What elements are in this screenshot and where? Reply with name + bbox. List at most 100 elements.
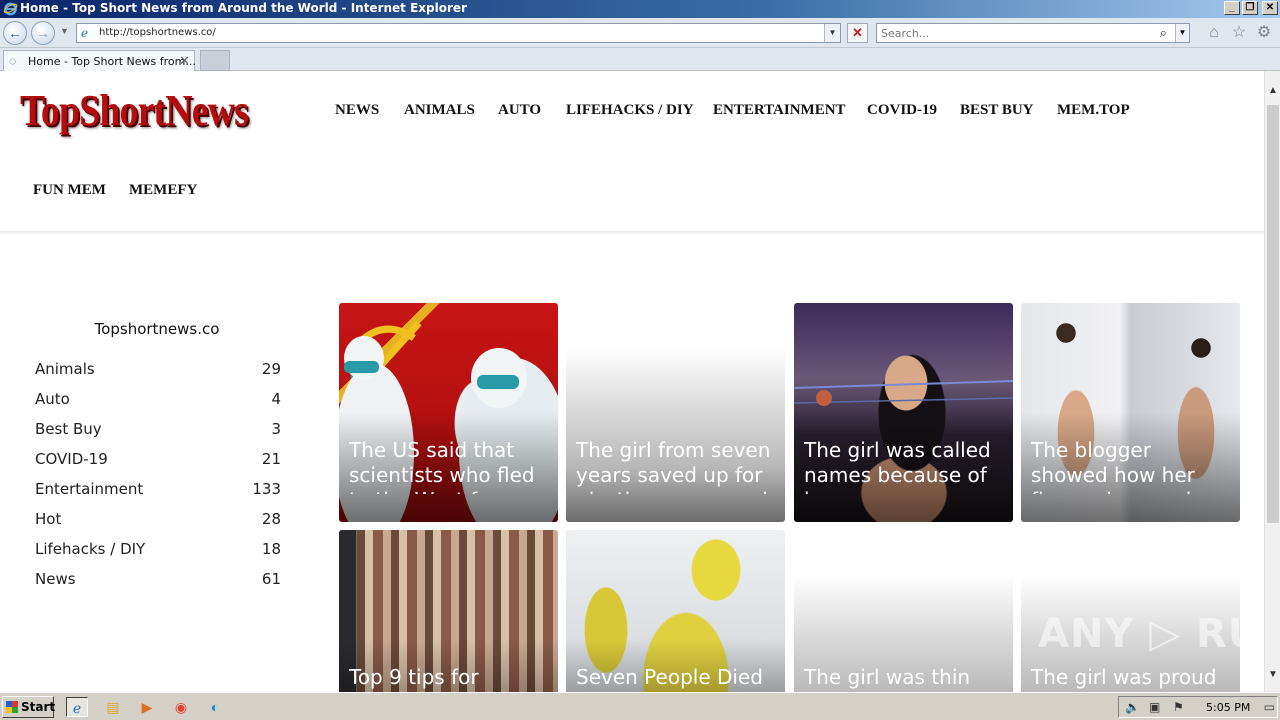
- internet-explorer-icon: [3, 2, 18, 16]
- article-headline[interactable]: Top 9 tips for: [349, 665, 548, 692]
- address-toolbar: ← → ▼ ℯ http://topshortnews.co/ ▼ ✕ ⌕ ▼ …: [0, 18, 1280, 48]
- page-icon: ℯ: [81, 26, 89, 40]
- scroll-up-icon[interactable]: ▲: [1268, 85, 1278, 96]
- article-card[interactable]: The girl was thin and: [794, 530, 1013, 692]
- tab-home[interactable]: ◌ Home - Top Short News from... ✕: [3, 50, 196, 71]
- tab-bar: ◌ Home - Top Short News from... ✕: [0, 48, 1280, 71]
- new-tab-button[interactable]: [200, 50, 230, 71]
- category-count: 28: [261, 510, 281, 528]
- media-player-icon[interactable]: ▶: [136, 697, 158, 717]
- folder-icon[interactable]: ▤: [102, 697, 124, 717]
- restore-button[interactable]: ❐: [1242, 1, 1258, 15]
- article-card[interactable]: The girl was called names because of her…: [794, 303, 1013, 522]
- start-button[interactable]: Start: [2, 696, 56, 718]
- article-card[interactable]: The girl from seven years saved up for p…: [566, 303, 785, 522]
- menu-auto[interactable]: AUTO: [498, 102, 541, 119]
- category-count: 3: [271, 420, 281, 438]
- home-icon[interactable]: ⌂: [1205, 24, 1223, 42]
- category-name[interactable]: News: [35, 570, 76, 588]
- category-name[interactable]: Lifehacks / DIY: [35, 540, 145, 558]
- category-count: 61: [261, 570, 281, 588]
- menu-fun-mem[interactable]: FUN MEM: [33, 182, 106, 199]
- internet-explorer-taskbar-icon[interactable]: ℯ: [66, 697, 88, 717]
- loading-icon: ◌: [9, 54, 17, 68]
- stop-button[interactable]: ✕: [847, 23, 868, 43]
- search-input[interactable]: [881, 26, 1151, 41]
- back-button[interactable]: ←: [3, 21, 27, 45]
- menu-news[interactable]: NEWS: [335, 102, 379, 119]
- show-desktop-icon[interactable]: ▭: [1264, 700, 1275, 714]
- category-count: 4: [271, 390, 281, 408]
- menu-mem-top[interactable]: MEM.TOP: [1057, 102, 1130, 119]
- window-title-bar: Home - Top Short News from Around the Wo…: [0, 0, 1280, 18]
- address-bar[interactable]: ℯ http://topshortnews.co/ ▼: [76, 23, 841, 43]
- article-card[interactable]: Seven People Died of: [566, 530, 785, 692]
- volume-icon[interactable]: 🔈: [1125, 700, 1140, 714]
- article-headline[interactable]: The girl was proud: [1031, 665, 1230, 692]
- site-logo[interactable]: TopShortNews: [20, 85, 249, 136]
- address-dropdown-icon[interactable]: ▼: [824, 24, 840, 42]
- article-headline[interactable]: Seven People Died of: [576, 665, 775, 692]
- search-box[interactable]: ⌕ ▼: [876, 23, 1190, 43]
- gear-icon[interactable]: ⚙: [1255, 24, 1273, 42]
- category-count: 18: [261, 540, 281, 558]
- category-name[interactable]: Entertainment: [35, 480, 143, 498]
- category-hot[interactable]: Hot 28: [35, 510, 281, 528]
- category-count: 29: [261, 360, 281, 378]
- windows-logo-icon: [6, 701, 18, 713]
- category-name[interactable]: COVID-19: [35, 450, 108, 468]
- article-card[interactable]: Top 9 tips for: [339, 530, 558, 692]
- network-icon[interactable]: ▣: [1149, 700, 1160, 714]
- history-dropdown-icon[interactable]: ▼: [60, 26, 69, 36]
- category-name[interactable]: Hot: [35, 510, 61, 528]
- category-lifehacks-diy[interactable]: Lifehacks / DIY 18: [35, 540, 281, 558]
- minimize-button[interactable]: _: [1224, 1, 1240, 15]
- category-entertainment[interactable]: Entertainment 133: [35, 480, 281, 498]
- category-name[interactable]: Animals: [35, 360, 95, 378]
- category-best-buy[interactable]: Best Buy 3: [35, 420, 281, 438]
- clock[interactable]: 5:05 PM: [1206, 701, 1250, 714]
- category-name[interactable]: Best Buy: [35, 420, 102, 438]
- sidebar-title: Topshortnews.co: [94, 320, 220, 338]
- flag-icon[interactable]: ⚑: [1173, 700, 1184, 714]
- chrome-icon[interactable]: ◉: [170, 697, 192, 717]
- category-animals[interactable]: Animals 29: [35, 360, 281, 378]
- menu-covid-19[interactable]: COVID-19: [867, 102, 937, 119]
- url-text[interactable]: http://topshortnews.co/: [99, 27, 216, 38]
- menu-best-buy[interactable]: BEST BUY: [960, 102, 1034, 119]
- article-headline[interactable]: The girl was called names because of her…: [804, 438, 1003, 494]
- category-news[interactable]: News 61: [35, 570, 281, 588]
- tab-label: Home - Top Short News from...: [28, 55, 196, 68]
- start-label: Start: [21, 700, 56, 714]
- system-tray: 🔈 ▣ ⚑ 5:05 PM ▭: [1118, 696, 1278, 718]
- edge-icon[interactable]: ◐: [204, 697, 226, 717]
- menu-memefy[interactable]: MEMEFY: [129, 182, 197, 199]
- search-dropdown-icon[interactable]: ▼: [1175, 24, 1189, 42]
- scroll-down-icon[interactable]: ▼: [1268, 669, 1278, 680]
- category-count: 21: [261, 450, 281, 468]
- article-headline[interactable]: The girl was thin and: [804, 665, 1003, 692]
- article-card[interactable]: The blogger showed how her figure change…: [1021, 303, 1240, 522]
- taskbar: Start ℯ ▤ ▶ ◉ ◐ 🔈 ▣ ⚑ 5:05 PM ▭: [0, 692, 1280, 720]
- menu-entertainment[interactable]: ENTERTAINMENT: [713, 102, 846, 119]
- favorites-icon[interactable]: ☆: [1230, 24, 1248, 42]
- header-divider: [0, 231, 1264, 235]
- scroll-thumb[interactable]: [1267, 105, 1279, 523]
- article-headline[interactable]: The blogger showed how her figure change…: [1031, 438, 1230, 494]
- category-count: 133: [252, 480, 281, 498]
- close-window-button[interactable]: ✕: [1262, 1, 1278, 15]
- vertical-scrollbar[interactable]: ▲ ▼: [1264, 71, 1280, 692]
- category-name[interactable]: Auto: [35, 390, 70, 408]
- category-covid-19[interactable]: COVID-19 21: [35, 450, 281, 468]
- window-title: Home - Top Short News from Around the Wo…: [20, 1, 467, 15]
- category-auto[interactable]: Auto 4: [35, 390, 281, 408]
- close-tab-icon[interactable]: ✕: [179, 53, 190, 69]
- menu-animals[interactable]: ANIMALS: [404, 102, 475, 119]
- article-card[interactable]: The US said that scientists who fled to …: [339, 303, 558, 522]
- anyrun-watermark: ANY ▷ RUN: [1038, 611, 1264, 657]
- article-headline[interactable]: The US said that scientists who fled to …: [349, 438, 548, 494]
- article-headline[interactable]: The girl from seven years saved up for p…: [576, 438, 775, 494]
- search-icon[interactable]: ⌕: [1160, 25, 1167, 41]
- menu-lifehacks-diy[interactable]: LIFEHACKS / DIY: [566, 102, 694, 119]
- forward-button[interactable]: →: [31, 21, 55, 45]
